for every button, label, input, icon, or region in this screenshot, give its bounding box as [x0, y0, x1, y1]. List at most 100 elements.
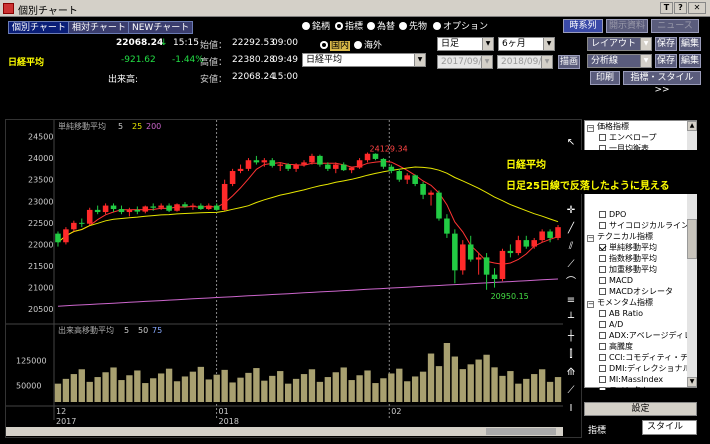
layout-select[interactable]: レイアウト ▼: [587, 37, 652, 51]
cursor-icon[interactable]: ↖: [563, 135, 579, 151]
range-select[interactable]: 6ヶ月 ▼: [498, 37, 555, 51]
checkbox-icon[interactable]: [599, 343, 606, 350]
collapse-icon[interactable]: −: [587, 125, 594, 132]
fibonacci-icon[interactable]: ≡: [563, 293, 579, 309]
tree-item-dmi[interactable]: DMI:ディレクショナル: [599, 364, 691, 374]
high-annotation: 24129.34: [370, 144, 408, 153]
chart-panel[interactable]: 24500 24000 23500 23000 22500 22000 21500 21000…: [5, 119, 582, 438]
timeseries-button[interactable]: 時系列: [563, 19, 603, 33]
radio-futures[interactable]: 先物: [399, 19, 427, 32]
checkbox-icon[interactable]: [599, 255, 606, 262]
date-to-select[interactable]: 2018/09/01 ▼: [497, 55, 553, 69]
candle-body: [261, 160, 268, 163]
tree-item-kotoudo[interactable]: 高騰度: [599, 342, 633, 352]
settings-button[interactable]: 設定: [584, 402, 697, 416]
date-from-select[interactable]: 2017/09/01 ▼: [437, 55, 493, 69]
disclosure-button[interactable]: 開示資料: [606, 19, 648, 33]
crosshair-icon[interactable]: ✛: [563, 203, 579, 219]
checkbox-icon[interactable]: [599, 211, 606, 218]
tree-item-cci[interactable]: CCI:コモディティ・チャ: [599, 353, 696, 363]
analysis-line-select[interactable]: 分析線 ▼: [587, 54, 652, 68]
vertical-line-icon[interactable]: ┼: [563, 329, 579, 345]
radio-option[interactable]: オプション: [433, 19, 488, 32]
tab-indicator[interactable]: 指標: [588, 423, 606, 436]
scroll-down-icon[interactable]: ▼: [687, 377, 697, 387]
tree-item-envelope[interactable]: エンベロープ: [599, 133, 657, 143]
checkbox-icon[interactable]: [599, 134, 606, 141]
volume-bar: [142, 383, 149, 402]
checkbox-icon[interactable]: [599, 222, 606, 229]
news-button[interactable]: ニュース: [651, 19, 699, 33]
tab-new-chart[interactable]: NEWチャート: [128, 21, 194, 34]
tree-item-macd[interactable]: MACD: [599, 276, 633, 286]
scroll-thumb[interactable]: [687, 219, 697, 259]
tree-group-technical[interactable]: − テクニカル指標: [587, 232, 653, 242]
tab-individual-chart[interactable]: 個別チャート: [8, 21, 70, 34]
tree-item-sma[interactable]: 単純移動平均: [599, 243, 657, 253]
text-tool-icon[interactable]: Ι: [563, 401, 579, 417]
indicator-style-button[interactable]: 指標・スタイル>>: [623, 71, 701, 95]
tree-item-wma[interactable]: 加重移動平均: [599, 265, 657, 275]
checkbox-icon[interactable]: [599, 332, 606, 339]
checkbox-icon[interactable]: [599, 365, 606, 372]
scroll-up-icon[interactable]: ▲: [687, 121, 697, 131]
collapse-icon[interactable]: −: [587, 235, 594, 242]
tab-style[interactable]: スタイル: [642, 420, 697, 435]
tree-group-momentum[interactable]: − モメンタム指標: [587, 298, 653, 308]
checkbox-icon[interactable]: [599, 376, 606, 383]
tree-item-label: ADX:アベレージディレ: [609, 331, 692, 340]
trendline-icon[interactable]: ╱: [563, 221, 579, 237]
gann-icon[interactable]: ⫿: [563, 347, 579, 363]
radio-index[interactable]: 指標: [335, 19, 363, 32]
channel-icon[interactable]: ⫽: [563, 239, 579, 255]
checkbox-icon[interactable]: [599, 354, 606, 361]
tree-item-ab-ratio[interactable]: AB Ratio: [599, 309, 643, 319]
checkbox-icon[interactable]: [599, 288, 606, 295]
tab-label: NEWチャート: [132, 23, 190, 33]
tree-item-ema[interactable]: 指数移動平均: [599, 254, 657, 264]
tree-item-psychological[interactable]: サイコロジカルライン: [599, 221, 689, 231]
checkbox-icon[interactable]: [599, 277, 606, 284]
checkbox-checked-icon[interactable]: [599, 244, 606, 251]
volume-bar: [523, 378, 530, 402]
tree-item-macd-osc[interactable]: MACDオシレータ: [599, 287, 673, 297]
radio-fx[interactable]: 為替: [367, 19, 395, 32]
candle-body: [507, 250, 514, 254]
fan-icon[interactable]: ⟋: [563, 257, 579, 273]
checkbox-icon[interactable]: [599, 266, 606, 273]
analysis-edit-button[interactable]: 編集: [679, 54, 701, 68]
low-annotation: 20950.15: [491, 292, 529, 301]
checkbox-icon[interactable]: [599, 310, 606, 317]
candle-body: [55, 233, 61, 243]
close-icon[interactable]: ✕: [688, 2, 706, 14]
checkbox-icon[interactable]: [599, 321, 606, 328]
pitchfork-icon[interactable]: ⟰: [563, 365, 579, 381]
tree-group-price[interactable]: − 価格指標: [587, 122, 629, 132]
radio-overseas[interactable]: 海外: [354, 38, 382, 51]
index-select[interactable]: 日経平均 ▼: [302, 53, 426, 67]
volume-bar: [173, 381, 181, 402]
price-chart[interactable]: 24500 24000 23500 23000 22500 22000 21500 21000…: [6, 120, 563, 437]
volume-bar: [62, 378, 70, 402]
tree-item-adx[interactable]: ADX:アベレージディレ: [599, 331, 692, 341]
tab-relative-chart[interactable]: 相対チャート: [68, 21, 130, 34]
tree-item-dpo[interactable]: DPO: [599, 210, 626, 220]
radio-stock[interactable]: 銘柄: [302, 19, 330, 32]
arc-icon[interactable]: ⌒: [563, 275, 579, 291]
ma-period-label: 25: [132, 122, 142, 131]
help-icon[interactable]: ?: [674, 2, 687, 14]
draw-button[interactable]: 描画: [558, 55, 580, 69]
tree-item-massindex[interactable]: MI:MassIndex: [599, 375, 663, 385]
layout-edit-button[interactable]: 編集: [679, 37, 701, 51]
ray-icon[interactable]: ⟋: [563, 383, 579, 399]
analysis-save-button[interactable]: 保存: [655, 54, 677, 68]
collapse-icon[interactable]: −: [587, 301, 594, 308]
period-select[interactable]: 日足 ▼: [437, 37, 494, 51]
print-button[interactable]: 印刷: [590, 71, 620, 85]
pin-icon[interactable]: T: [660, 2, 673, 14]
layout-save-button[interactable]: 保存: [655, 37, 677, 51]
radio-domestic[interactable]: 国内: [320, 38, 351, 51]
tree-item-ad[interactable]: A/D: [599, 320, 623, 330]
horizontal-line-icon[interactable]: ┴: [563, 311, 579, 327]
volume-bar: [515, 383, 522, 402]
